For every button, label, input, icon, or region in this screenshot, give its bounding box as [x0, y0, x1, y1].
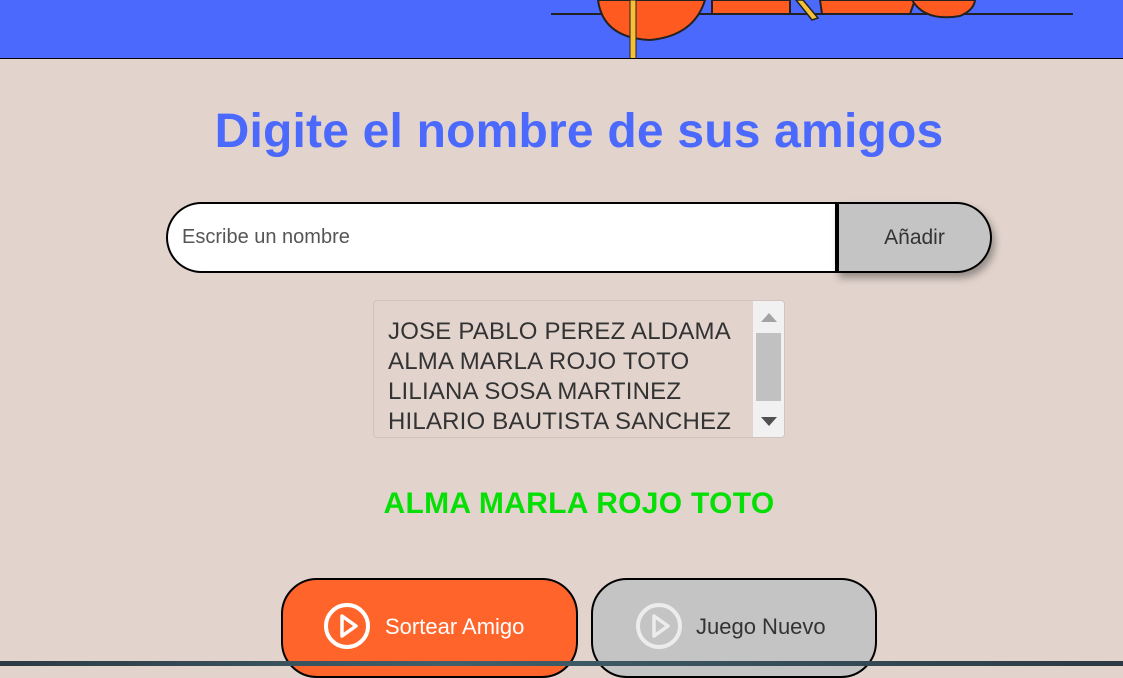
page-title: Digite el nombre de sus amigos — [214, 105, 944, 158]
add-friend-form: Añadir — [166, 202, 992, 273]
play-circle-icon — [324, 603, 370, 649]
friend-list[interactable]: JOSE PABLO PEREZ ALDAMA ALMA MARLA ROJO … — [373, 300, 785, 438]
list-item: HILARIO BAUTISTA SANCHEZ — [388, 408, 732, 435]
header-banner — [0, 0, 1123, 59]
header-illustration — [551, 0, 1073, 58]
draw-result: ALMA MARLA ROJO TOTO — [383, 487, 775, 520]
add-button[interactable]: Añadir — [836, 202, 992, 273]
new-game-button-label: Juego Nuevo — [696, 614, 826, 639]
scroll-up-arrow-icon[interactable] — [761, 313, 777, 322]
play-circle-icon — [636, 603, 682, 649]
list-item: ALMA MARLA ROJO TOTO — [388, 348, 690, 375]
scroll-thumb[interactable] — [756, 333, 781, 401]
scroll-down-arrow-icon[interactable] — [761, 417, 777, 426]
list-item: LILIANA SOSA MARTINEZ — [388, 378, 682, 405]
list-item: JOSE PABLO PEREZ ALDAMA — [388, 318, 731, 345]
scrollbar[interactable] — [753, 301, 784, 437]
bottom-edge — [0, 661, 1123, 666]
name-input[interactable] — [166, 202, 838, 273]
draw-button-label: Sortear Amigo — [385, 614, 525, 639]
friend-list-items: JOSE PABLO PEREZ ALDAMA ALMA MARLA ROJO … — [388, 317, 731, 437]
